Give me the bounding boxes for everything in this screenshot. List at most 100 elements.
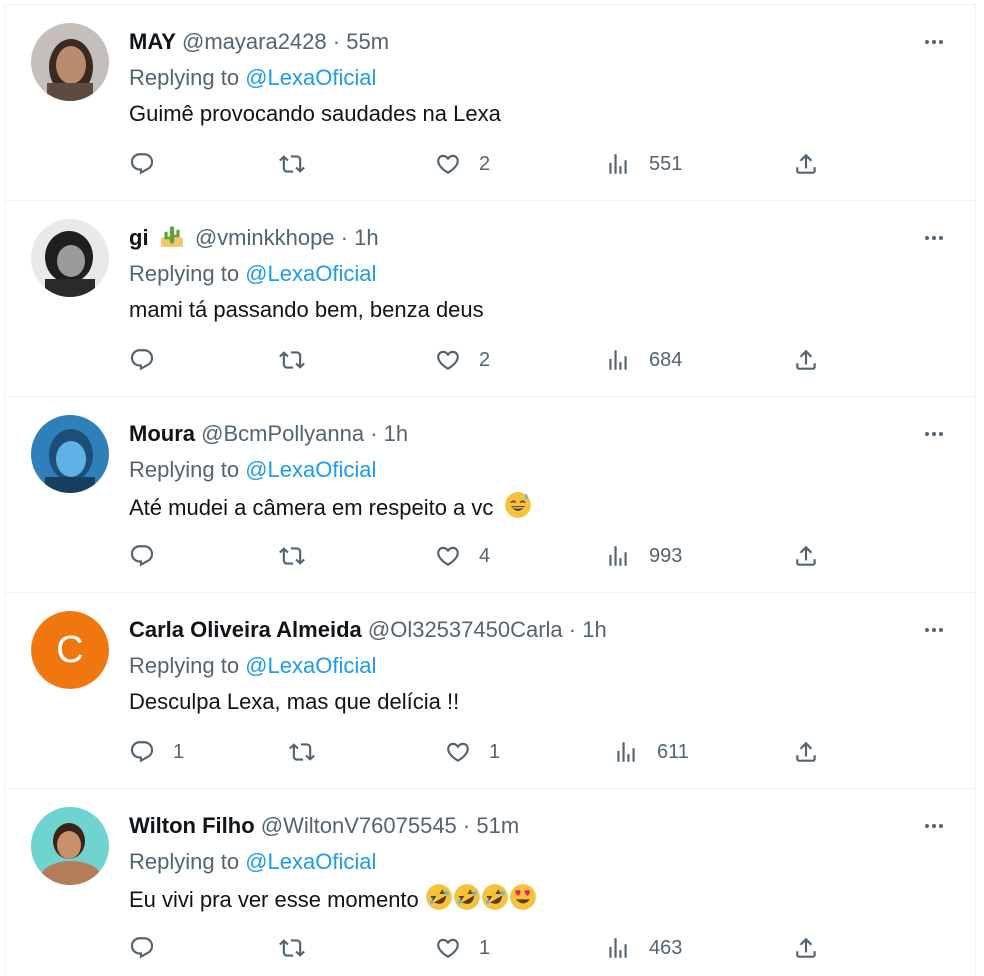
views-icon xyxy=(605,935,631,961)
retweet-icon xyxy=(289,739,315,765)
share-button[interactable] xyxy=(793,345,819,375)
separator: · xyxy=(462,813,471,838)
like-icon xyxy=(445,739,471,765)
views-button[interactable]: 611 xyxy=(613,737,689,767)
sweat-smile-emoji xyxy=(504,491,532,527)
timestamp[interactable]: 1h xyxy=(354,225,378,250)
replying-label: Replying to xyxy=(129,653,240,678)
share-icon xyxy=(793,151,819,177)
tweet[interactable]: gi @vminkkhope · 1h Replying to @LexaOfi… xyxy=(5,201,975,397)
reply-button[interactable] xyxy=(129,933,173,963)
user-handle[interactable]: @BcmPollyanna xyxy=(201,421,364,446)
user-handle[interactable]: @WiltonV76075545 xyxy=(261,813,457,838)
reply-button[interactable] xyxy=(129,149,173,179)
tweet[interactable]: Moura @BcmPollyanna · 1h Replying to @Le… xyxy=(5,397,975,593)
views-button[interactable]: 463 xyxy=(605,933,682,963)
mention-link[interactable]: @LexaOficial xyxy=(245,653,376,678)
display-name[interactable]: Carla Oliveira Almeida xyxy=(129,617,362,642)
share-button[interactable] xyxy=(793,149,819,179)
more-icon[interactable] xyxy=(919,27,949,57)
tweet[interactable]: MAY @mayara2428 · 55m Replying to @LexaO… xyxy=(5,5,975,201)
views-icon xyxy=(605,347,631,373)
share-button[interactable] xyxy=(793,541,819,571)
more-icon[interactable] xyxy=(919,223,949,253)
reply-button[interactable] xyxy=(129,541,173,571)
share-icon xyxy=(793,543,819,569)
like-button[interactable]: 2 xyxy=(435,345,490,375)
tweet-text: Eu vivi pra ver esse momento xyxy=(129,883,537,919)
retweet-icon xyxy=(279,935,305,961)
display-name[interactable]: gi xyxy=(129,225,149,250)
like-count: 1 xyxy=(479,936,491,959)
mention-link[interactable]: @LexaOficial xyxy=(245,65,376,90)
share-button[interactable] xyxy=(793,933,819,963)
reply-icon xyxy=(129,935,155,961)
tweet-header: Wilton Filho @WiltonV76075545 · 51m xyxy=(129,811,519,841)
timestamp[interactable]: 1h xyxy=(384,421,408,446)
view-count: 551 xyxy=(649,152,683,175)
share-button[interactable] xyxy=(793,737,819,767)
share-icon xyxy=(793,739,819,765)
retweet-button[interactable] xyxy=(279,933,323,963)
view-count: 993 xyxy=(649,544,683,567)
tweet-actions: 2 684 xyxy=(129,345,829,375)
like-button[interactable]: 1 xyxy=(435,933,490,963)
share-icon xyxy=(793,935,819,961)
like-icon xyxy=(435,151,461,177)
avatar[interactable] xyxy=(31,415,109,493)
separator: · xyxy=(568,617,577,642)
retweet-button[interactable] xyxy=(279,541,323,571)
rofl-emoji xyxy=(453,883,481,919)
tweet-text: Desculpa Lexa, mas que delícia !! xyxy=(129,689,460,714)
timestamp[interactable]: 51m xyxy=(476,813,519,838)
separator: · xyxy=(370,421,378,446)
tweet-text-content: Até mudei a câmera em respeito a vc xyxy=(129,495,494,520)
retweet-icon xyxy=(279,347,305,373)
timestamp[interactable]: 1h xyxy=(582,617,606,642)
retweet-button[interactable] xyxy=(289,737,333,767)
tweet-header: MAY @mayara2428 · 55m xyxy=(129,27,389,57)
like-button[interactable]: 4 xyxy=(435,541,490,571)
retweet-icon xyxy=(279,543,305,569)
display-name[interactable]: Moura xyxy=(129,421,195,446)
avatar[interactable] xyxy=(31,23,109,101)
user-handle[interactable]: @mayara2428 xyxy=(182,29,327,54)
more-icon[interactable] xyxy=(919,419,949,449)
more-icon[interactable] xyxy=(919,615,949,645)
tweet[interactable]: C Carla Oliveira Almeida @Ol32537450Carl… xyxy=(5,593,975,789)
tweet[interactable]: Wilton Filho @WiltonV76075545 · 51m Repl… xyxy=(5,789,975,976)
more-icon[interactable] xyxy=(919,811,949,841)
like-count: 2 xyxy=(479,348,491,371)
avatar-letter: C xyxy=(31,611,109,689)
tweet-header: Carla Oliveira Almeida @Ol32537450Carla … xyxy=(129,615,607,645)
replying-label: Replying to xyxy=(129,457,240,482)
reply-button[interactable]: 1 xyxy=(129,737,184,767)
user-handle[interactable]: @Ol32537450Carla xyxy=(368,617,563,642)
user-handle[interactable]: @vminkkhope xyxy=(195,225,335,250)
tweet-actions: 1 463 xyxy=(129,933,829,963)
like-button[interactable]: 1 xyxy=(445,737,500,767)
replying-to: Replying to @LexaOficial xyxy=(129,651,376,681)
view-count: 463 xyxy=(649,936,683,959)
views-icon xyxy=(613,739,639,765)
avatar[interactable] xyxy=(31,219,109,297)
avatar[interactable] xyxy=(31,807,109,885)
mention-link[interactable]: @LexaOficial xyxy=(245,849,376,874)
views-button[interactable]: 993 xyxy=(605,541,682,571)
display-name[interactable]: Wilton Filho xyxy=(129,813,255,838)
views-button[interactable]: 684 xyxy=(605,345,682,375)
timestamp[interactable]: 55m xyxy=(346,29,389,54)
retweet-button[interactable] xyxy=(279,345,323,375)
views-button[interactable]: 551 xyxy=(605,149,682,179)
avatar[interactable]: C xyxy=(31,611,109,689)
retweet-button[interactable] xyxy=(279,149,323,179)
like-button[interactable]: 2 xyxy=(435,149,490,179)
display-name[interactable]: MAY xyxy=(129,29,176,54)
separator: · xyxy=(332,29,341,54)
mention-link[interactable]: @LexaOficial xyxy=(245,457,376,482)
tweet-header: Moura @BcmPollyanna · 1h xyxy=(129,419,408,449)
replying-to: Replying to @LexaOficial xyxy=(129,847,376,877)
tweet-text: Guimê provocando saudades na Lexa xyxy=(129,101,501,126)
reply-button[interactable] xyxy=(129,345,173,375)
mention-link[interactable]: @LexaOficial xyxy=(245,261,376,286)
